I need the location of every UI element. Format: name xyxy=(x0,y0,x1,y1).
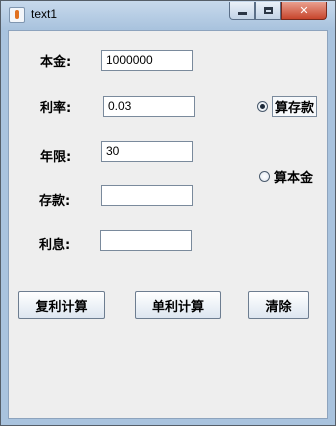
years-label: 年限: xyxy=(40,150,72,165)
radio-calc-principal[interactable]: 算本金 xyxy=(259,167,313,186)
minimize-icon xyxy=(237,12,247,15)
close-button[interactable]: ✕ xyxy=(281,2,327,20)
compound-interest-button[interactable]: 复利计算 xyxy=(18,291,105,319)
close-icon: ✕ xyxy=(299,4,309,17)
radio-calc-principal-label: 算本金 xyxy=(274,171,314,186)
maximize-icon xyxy=(263,7,273,14)
clear-button[interactable]: 清除 xyxy=(248,291,309,319)
content-panel: 本金: 1000000 利率: 0.03 年限: 30 存款: 利息: 算存款 … xyxy=(8,30,328,419)
radio-calc-deposit-label: 算存款 xyxy=(272,96,318,117)
principal-label: 本金: xyxy=(40,55,72,70)
principal-input[interactable]: 1000000 xyxy=(101,50,193,71)
maximize-button[interactable] xyxy=(255,2,281,20)
interest-input[interactable] xyxy=(100,230,192,251)
window-title: text1 xyxy=(31,7,58,21)
radio-calc-deposit[interactable]: 算存款 xyxy=(257,96,318,117)
rate-label: 利率: xyxy=(40,101,72,116)
years-input[interactable]: 30 xyxy=(101,141,193,162)
rate-input[interactable]: 0.03 xyxy=(103,96,195,117)
simple-interest-button[interactable]: 单利计算 xyxy=(135,291,221,319)
deposit-label: 存款: xyxy=(39,194,71,209)
app-window: text1 ✕ 本金: 1000000 利率: 0.03 年限: 30 存款: … xyxy=(0,0,336,426)
java-app-icon xyxy=(9,7,25,23)
minimize-button[interactable] xyxy=(229,2,255,20)
deposit-input[interactable] xyxy=(101,185,193,206)
title-bar[interactable]: text1 ✕ xyxy=(1,1,335,29)
radio-selected-icon xyxy=(257,101,268,112)
radio-unselected-icon xyxy=(259,171,270,182)
interest-label: 利息: xyxy=(39,238,71,253)
